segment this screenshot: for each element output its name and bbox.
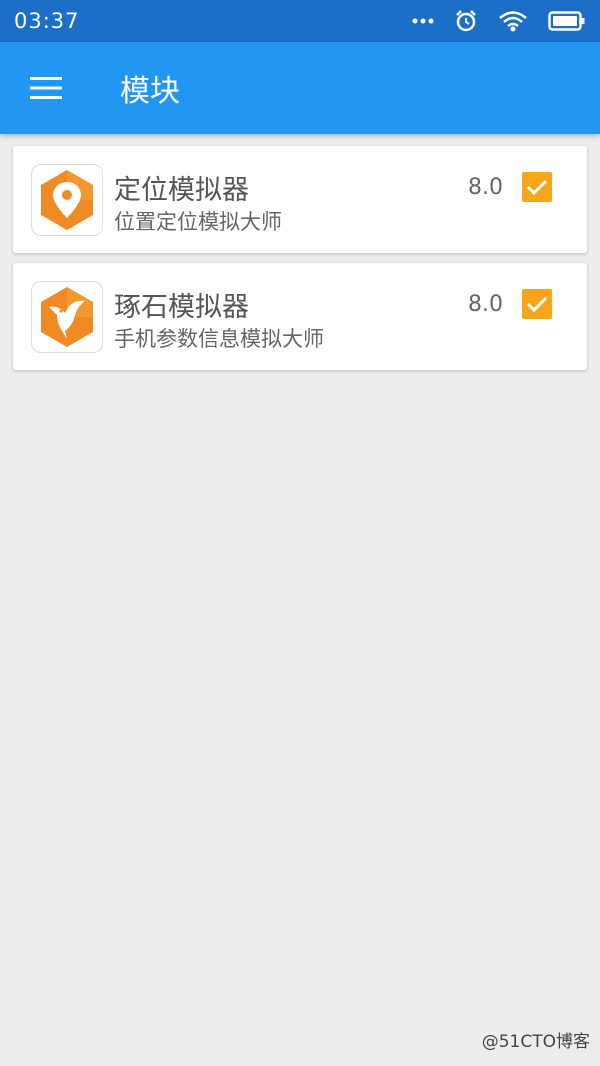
module-version: 8.0 <box>468 292 503 317</box>
page-title: 模块 <box>120 74 180 109</box>
module-name: 定位模拟器 <box>114 175 249 206</box>
module-list: 定位模拟器 位置定位模拟大师 8.0 琢石模拟器 手机参数信息模拟大师 8.0 <box>13 146 587 380</box>
app-bar: 模块 <box>0 42 600 134</box>
checkmark-icon <box>526 296 548 313</box>
module-enabled-checkbox[interactable] <box>522 172 552 202</box>
module-enabled-checkbox[interactable] <box>522 289 552 319</box>
module-version: 8.0 <box>468 175 503 200</box>
module-description: 位置定位模拟大师 <box>114 210 282 234</box>
bird-icon <box>31 281 103 353</box>
module-description: 手机参数信息模拟大师 <box>114 327 324 351</box>
location-pin-icon <box>31 164 103 236</box>
wifi-icon <box>499 11 527 32</box>
checkmark-icon <box>526 179 548 196</box>
hamburger-menu-icon <box>30 77 62 99</box>
status-icons <box>412 9 586 33</box>
alarm-clock-icon <box>456 10 476 32</box>
status-time: 03:37 <box>14 9 80 33</box>
more-dots-icon <box>412 18 434 24</box>
module-name: 琢石模拟器 <box>114 292 249 323</box>
module-item-zhuoshi[interactable]: 琢石模拟器 手机参数信息模拟大师 8.0 <box>13 263 587 370</box>
status-bar: 03:37 <box>0 0 600 42</box>
module-item-location[interactable]: 定位模拟器 位置定位模拟大师 8.0 <box>13 146 587 253</box>
watermark: @51CTO博客 <box>481 1032 590 1052</box>
menu-button[interactable] <box>0 42 92 134</box>
battery-icon <box>548 11 585 31</box>
